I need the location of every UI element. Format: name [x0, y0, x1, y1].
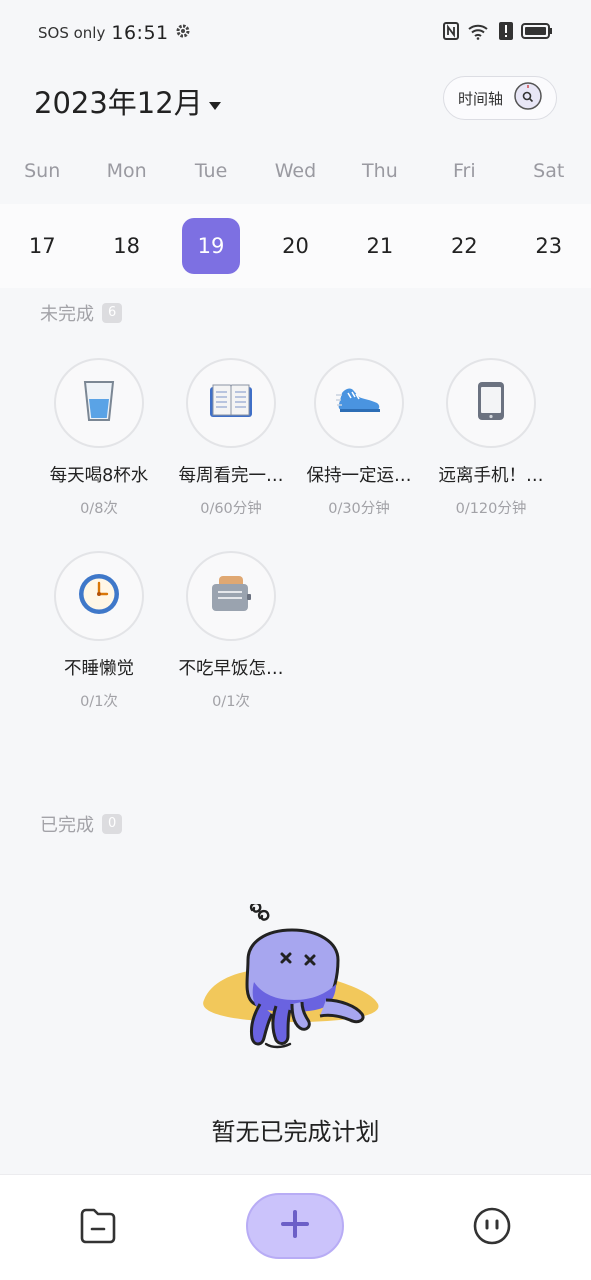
- add-plan-button[interactable]: [246, 1193, 344, 1259]
- section-title: 已完成: [40, 815, 94, 836]
- header: 2023年12月 时间轴: [0, 66, 591, 130]
- timeline-label: 时间轴: [458, 89, 504, 108]
- habit-progress: 0/1次: [80, 694, 118, 710]
- timeline-search-icon: [513, 81, 543, 115]
- habit-progress: 0/30分钟: [328, 501, 390, 517]
- habit-name: 每天喝8杯水: [49, 466, 149, 486]
- weekday-label: Tue: [194, 160, 228, 182]
- folder-button[interactable]: [72, 1205, 124, 1251]
- habit-item[interactable]: 每周看完一… 0/60分钟: [166, 358, 296, 518]
- habit-name: 不睡懒觉: [64, 659, 134, 679]
- plus-icon: [279, 1208, 311, 1244]
- wifi-icon: [467, 22, 491, 44]
- date-cell[interactable]: 20: [266, 218, 324, 274]
- timeline-button[interactable]: 时间轴: [443, 76, 557, 120]
- section-title: 未完成: [40, 304, 94, 325]
- habit-progress: 0/1次: [212, 694, 250, 710]
- weekday-label: Wed: [274, 160, 317, 182]
- week-dates: 17 18 19 20 21 22 23: [0, 204, 591, 288]
- alert-icon: [499, 22, 513, 44]
- status-time: 16:51: [111, 22, 169, 44]
- date-cell-selected[interactable]: 19: [182, 218, 241, 274]
- caret-down-icon: [208, 84, 221, 118]
- habit-progress: 0/60分钟: [200, 501, 262, 517]
- month-selector[interactable]: 2023年12月: [34, 80, 221, 122]
- weekday-label: Sun: [24, 160, 61, 182]
- folder-icon: [78, 1207, 118, 1249]
- battery-icon: [521, 23, 553, 43]
- bottom-nav: [0, 1174, 591, 1280]
- habit-item[interactable]: 远离手机！… 0/120分钟: [426, 358, 556, 518]
- habit-item[interactable]: 保持一定运… 0/30分钟: [294, 358, 424, 518]
- count-badge: 0: [102, 814, 123, 834]
- weekday-label: Thu: [362, 160, 398, 182]
- date-cell[interactable]: 21: [351, 218, 409, 274]
- empty-state-illustration: [196, 901, 386, 1064]
- habit-progress: 0/120分钟: [455, 501, 527, 517]
- nfc-icon: [443, 22, 459, 44]
- habit-item[interactable]: 不睡懒觉 0/1次: [34, 551, 164, 711]
- completed-section-header: 已完成 0: [40, 811, 123, 837]
- empty-state-text: 暂无已完成计划: [211, 1118, 380, 1146]
- date-cell[interactable]: 17: [13, 218, 71, 274]
- toaster-icon: [210, 574, 252, 618]
- face-icon: [472, 1206, 512, 1250]
- profile-button[interactable]: [468, 1205, 516, 1251]
- weekday-label: Mon: [106, 160, 147, 182]
- weekday-label: Sat: [533, 160, 565, 182]
- habit-name: 保持一定运…: [306, 466, 412, 486]
- habit-name: 每周看完一…: [178, 466, 284, 486]
- status-bar: SOS only 16:51: [0, 0, 591, 66]
- habit-name: 远离手机！…: [438, 466, 544, 486]
- habit-item[interactable]: 不吃早饭怎… 0/1次: [166, 551, 296, 711]
- habit-name: 不吃早饭怎…: [178, 659, 284, 679]
- habit-progress: 0/8次: [80, 501, 118, 517]
- incomplete-section-header: 未完成 6: [40, 300, 123, 326]
- weekday-header: Sun Mon Tue Wed Thu Fri Sat: [0, 148, 591, 194]
- settings-icon: [175, 23, 191, 43]
- count-badge: 6: [102, 303, 123, 323]
- month-title: 2023年12月: [34, 86, 203, 120]
- clock-icon: [77, 572, 121, 620]
- date-cell[interactable]: 22: [435, 218, 493, 274]
- phone-icon: [477, 381, 505, 425]
- book-icon: [209, 383, 253, 423]
- date-cell[interactable]: 23: [520, 218, 578, 274]
- water-glass-icon: [81, 379, 117, 427]
- weekday-label: Fri: [453, 160, 476, 182]
- status-carrier: SOS only: [38, 24, 106, 42]
- running-shoe-icon: [336, 385, 382, 421]
- habit-item[interactable]: 每天喝8杯水 0/8次: [34, 358, 164, 518]
- date-cell[interactable]: 18: [98, 218, 156, 274]
